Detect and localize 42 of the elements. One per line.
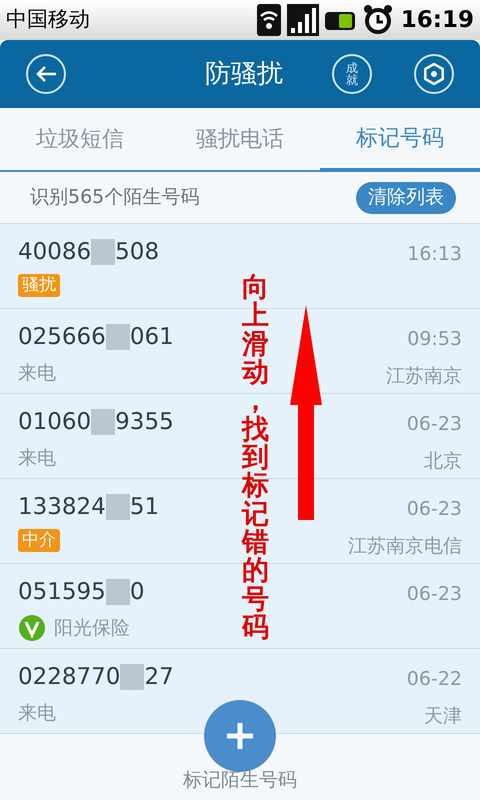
location-text: 江苏南京电信 <box>348 534 462 558</box>
call-time: 06-23 <box>406 497 462 522</box>
phone-number: 40086 508 <box>18 238 160 266</box>
call-type: 来电 <box>18 446 56 471</box>
wifi-icon <box>256 4 281 36</box>
call-time: 16:13 <box>407 242 462 267</box>
summary-text: 识别565个陌生号码 <box>30 185 200 210</box>
settings-button[interactable] <box>414 54 454 94</box>
signal-icon <box>286 4 319 36</box>
back-button[interactable] <box>26 54 66 94</box>
call-type: 来电 <box>18 701 56 726</box>
phone-number: 01060 9355 <box>18 408 174 436</box>
location-text: 北京 <box>424 448 462 474</box>
add-label: 标记陌生号码 <box>183 768 297 792</box>
clock-time: 16:19 <box>400 6 474 35</box>
phone-number: 051595 0 <box>18 578 144 606</box>
phone-number: 133824 51 <box>18 493 160 521</box>
verified-icon <box>18 614 46 642</box>
call-time: 06-23 <box>406 412 462 437</box>
alarm-icon <box>362 4 393 36</box>
page-title: 防骚扰 <box>205 58 283 90</box>
tab[interactable]: 垃圾短信 <box>0 108 160 170</box>
annotation-text: 向上滑动，找到标记错的号码 <box>242 274 270 642</box>
tab[interactable]: 骚扰电话 <box>160 108 320 170</box>
carrier-name: 中国移动 <box>6 6 90 34</box>
clear-list-button[interactable]: 清除列表 <box>356 182 456 214</box>
location-text: 江苏南京 <box>386 364 462 388</box>
achievement-button[interactable]: 成就 <box>332 54 372 94</box>
plus-icon <box>225 721 255 751</box>
tab[interactable]: 标记号码 <box>320 108 480 172</box>
phone-number: 025666 061 <box>18 323 174 351</box>
location-text: 天津 <box>424 704 462 728</box>
company-name: 阳光保险 <box>54 616 130 641</box>
call-type: 来电 <box>18 361 56 386</box>
settings-icon <box>423 63 445 85</box>
call-time: 06-23 <box>406 582 462 607</box>
back-arrow-icon <box>35 65 57 83</box>
phone-number: 0228770 27 <box>18 663 174 691</box>
tag-label: 骚扰 <box>18 274 60 297</box>
call-time: 09:53 <box>407 327 462 352</box>
call-time: 06-22 <box>406 667 462 692</box>
tag-label: 中介 <box>18 529 60 552</box>
